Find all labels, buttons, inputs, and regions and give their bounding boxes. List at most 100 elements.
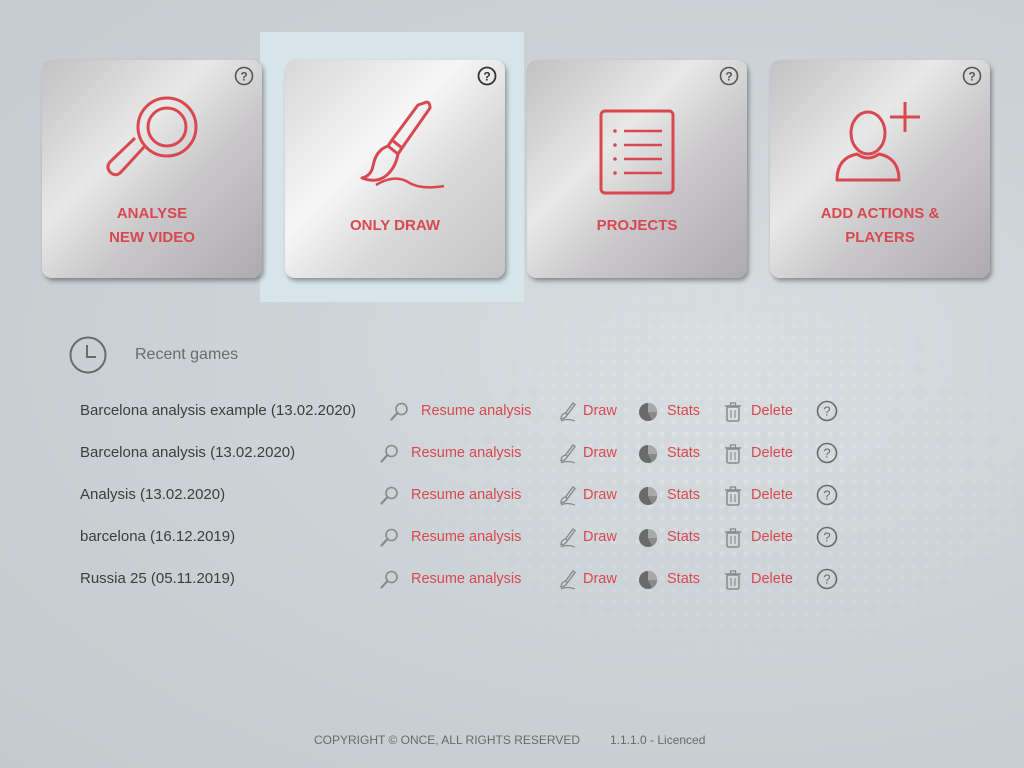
help-icon[interactable]: ? — [962, 66, 982, 86]
delete-link[interactable]: Delete — [722, 564, 802, 594]
magnifier-icon — [380, 570, 398, 589]
tile-label: ANALYSE NEW VIDEO — [109, 205, 195, 246]
brush-icon — [560, 486, 576, 506]
stats-link[interactable]: Stats — [637, 522, 707, 552]
only-draw-tile[interactable]: ? ONLY DRAW — [285, 60, 505, 278]
draw-link[interactable]: Draw — [557, 438, 627, 468]
delete-link[interactable]: Delete — [722, 396, 802, 426]
game-name[interactable]: barcelona (16.12.2019) — [80, 528, 235, 545]
delete-label: Delete — [751, 403, 793, 419]
recent-game-row: Analysis (13.02.2020) Resume analysis Draw… — [0, 480, 1024, 510]
help-icon[interactable]: ? — [816, 526, 838, 548]
trash-icon — [725, 402, 741, 422]
recent-game-row: Russia 25 (05.11.2019) Resume analysis Dra… — [0, 564, 1024, 594]
help-icon[interactable]: ? — [719, 66, 739, 86]
game-name[interactable]: Russia 25 (05.11.2019) — [80, 570, 235, 587]
recent-game-row: Barcelona analysis example (13.02.2020) R… — [0, 396, 1024, 426]
stats-label: Stats — [667, 571, 701, 587]
help-icon[interactable]: ? — [816, 442, 838, 464]
magnifier-icon — [380, 528, 398, 547]
resume-analysis-label: Resume analysis — [411, 487, 522, 503]
delete-label: Delete — [751, 487, 793, 503]
trash-icon — [725, 570, 741, 590]
version-text: 1.1.1.0 - Licenced — [610, 733, 706, 747]
resume-analysis-link[interactable]: Resume analysis — [378, 480, 531, 510]
resume-analysis-link[interactable]: Resume analysis — [378, 438, 531, 468]
svg-text:?: ? — [725, 70, 732, 84]
trash-icon — [725, 444, 741, 464]
game-name[interactable]: Analysis (13.02.2020) — [80, 486, 225, 503]
resume-analysis-link[interactable]: Resume analysis — [378, 522, 531, 552]
help-icon[interactable]: ? — [816, 484, 838, 506]
magnifier-icon — [380, 486, 398, 505]
game-name[interactable]: Barcelona analysis (13.02.2020) — [80, 444, 295, 461]
stats-link[interactable]: Stats — [637, 396, 707, 426]
resume-analysis-link[interactable]: Resume analysis — [388, 396, 541, 426]
draw-label: Draw — [583, 571, 617, 587]
add-actions-players-tile[interactable]: ? ADD ACTIONS & PLAYERS — [770, 60, 990, 278]
analyse-new-video-tile[interactable]: ? ANALYSE NEW VIDEO — [42, 60, 262, 278]
background-dot-pattern — [380, 260, 1020, 680]
brush-icon — [560, 528, 576, 548]
help-icon[interactable]: ? — [816, 568, 838, 590]
stats-link[interactable]: Stats — [637, 438, 707, 468]
copyright-text: COPYRIGHT © ONCE, ALL RIGHTS RESERVED — [314, 733, 581, 747]
trash-icon — [725, 486, 741, 506]
resume-analysis-link[interactable]: Resume analysis — [378, 564, 531, 594]
game-name[interactable]: Barcelona analysis example (13.02.2020) — [80, 402, 356, 419]
delete-label: Delete — [751, 445, 793, 461]
brush-icon — [560, 444, 576, 464]
svg-text:?: ? — [823, 488, 830, 503]
stats-link[interactable]: Stats — [637, 480, 707, 510]
pie-chart-icon — [639, 571, 657, 589]
stats-label: Stats — [667, 403, 701, 419]
draw-link[interactable]: Draw — [557, 480, 627, 510]
delete-label: Delete — [751, 529, 793, 545]
draw-label: Draw — [583, 529, 617, 545]
stats-label: Stats — [667, 445, 701, 461]
magnifier-icon — [106, 96, 198, 177]
stats-label: Stats — [667, 529, 701, 545]
help-icon[interactable]: ? — [816, 400, 838, 422]
clock-icon — [69, 336, 107, 374]
help-icon[interactable]: ? — [477, 66, 497, 86]
list-document-icon — [599, 109, 675, 195]
tile-label: PROJECTS — [596, 217, 678, 234]
recent-game-row: barcelona (16.12.2019) Resume analysis Dra… — [0, 522, 1024, 552]
recent-game-row: Barcelona analysis (13.02.2020) Resume an… — [0, 438, 1024, 468]
recent-games-title: Recent games — [135, 346, 239, 363]
draw-label: Draw — [583, 487, 617, 503]
svg-text:?: ? — [823, 404, 830, 419]
stats-link[interactable]: Stats — [637, 564, 707, 594]
delete-link[interactable]: Delete — [722, 480, 802, 510]
resume-analysis-label: Resume analysis — [411, 445, 522, 461]
draw-link[interactable]: Draw — [557, 396, 627, 426]
trash-icon — [725, 528, 741, 548]
pie-chart-icon — [639, 529, 657, 547]
tile-label: ONLY DRAW — [349, 217, 440, 234]
magnifier-icon — [390, 402, 408, 421]
delete-link[interactable]: Delete — [722, 438, 802, 468]
svg-text:?: ? — [483, 70, 490, 84]
tile-label: ADD ACTIONS & PLAYERS — [820, 205, 940, 246]
magnifier-icon — [380, 444, 398, 463]
svg-text:?: ? — [240, 70, 247, 84]
draw-label: Draw — [583, 445, 617, 461]
delete-link[interactable]: Delete — [722, 522, 802, 552]
svg-text:?: ? — [968, 70, 975, 84]
svg-text:?: ? — [823, 530, 830, 545]
resume-analysis-label: Resume analysis — [411, 571, 522, 587]
brush-icon — [560, 570, 576, 590]
draw-link[interactable]: Draw — [557, 522, 627, 552]
paintbrush-icon — [360, 100, 445, 189]
resume-analysis-label: Resume analysis — [411, 529, 522, 545]
projects-tile[interactable]: ? PROJECTS — [527, 60, 747, 278]
svg-text:?: ? — [823, 572, 830, 587]
delete-label: Delete — [751, 571, 793, 587]
brush-icon — [560, 402, 576, 422]
pie-chart-icon — [639, 445, 657, 463]
resume-analysis-label: Resume analysis — [421, 403, 532, 419]
add-user-icon — [835, 102, 920, 182]
draw-link[interactable]: Draw — [557, 564, 627, 594]
help-icon[interactable]: ? — [234, 66, 254, 86]
